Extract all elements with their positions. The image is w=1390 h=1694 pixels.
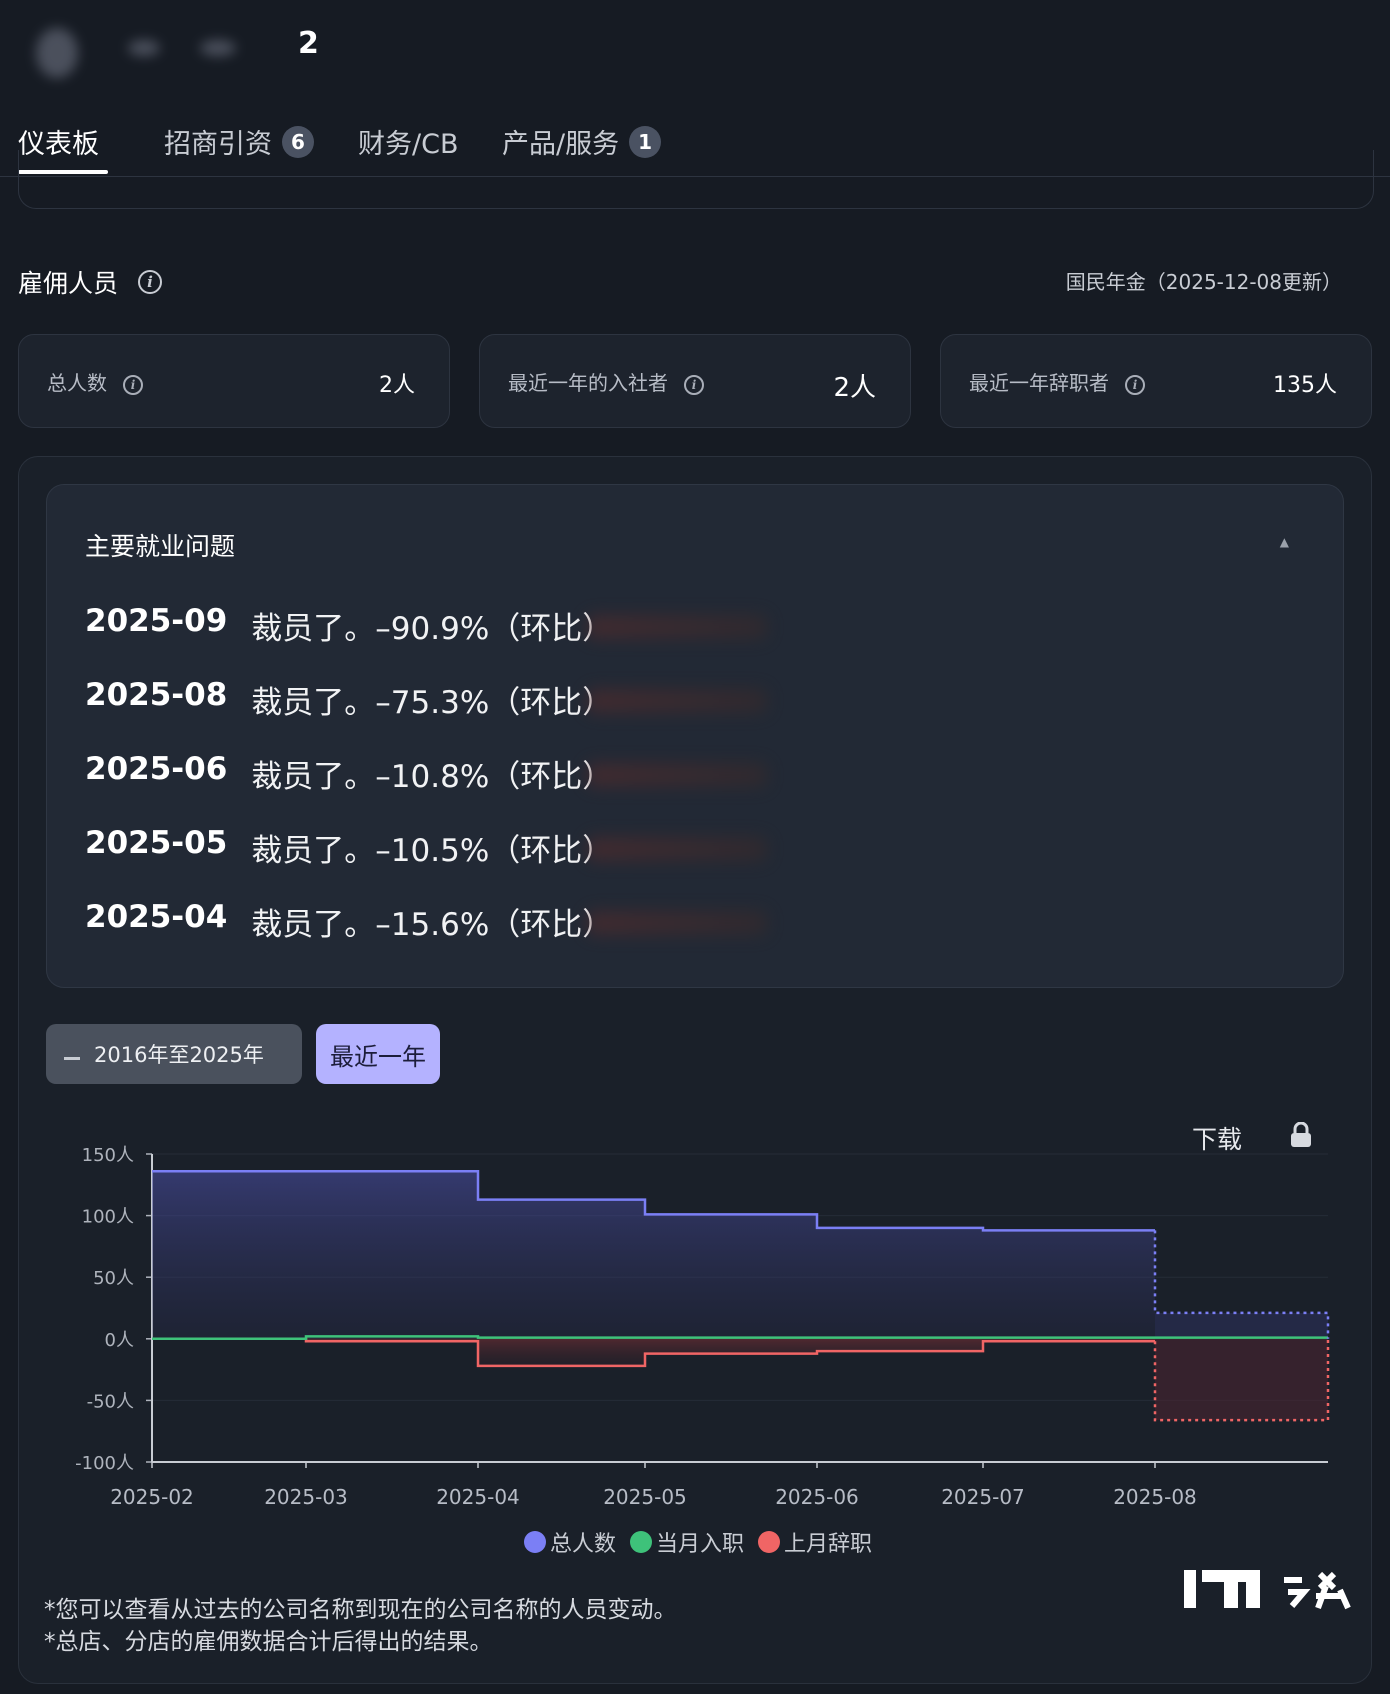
legend-item-joined[interactable]: 当月入职 <box>630 1526 744 1558</box>
y-tick-label: 100人 <box>82 1207 134 1228</box>
y-tick-label: -100人 <box>75 1453 134 1474</box>
watermark-logo <box>1184 1570 1351 1610</box>
x-tick-label: 2025-02 <box>110 1485 194 1509</box>
employment-chart: 150人 100人 50人 0人 -50人 -100人 2025-02 2025-03 2025… <box>75 1145 1330 1509</box>
legend-dot <box>524 1531 546 1553</box>
y-tick-label: 50人 <box>93 1268 134 1289</box>
x-tick-label: 2025-04 <box>436 1485 520 1509</box>
legend-label: 当月入职 <box>656 1532 745 1557</box>
legend-dot <box>758 1531 781 1553</box>
legend-label: 上月辞职 <box>784 1532 873 1557</box>
x-tick-label: 2025-07 <box>941 1485 1025 1509</box>
chart-legend: 总人数 当月入职 上月辞职 <box>524 1526 872 1558</box>
legend-dot <box>630 1531 653 1553</box>
area-resigned-projected <box>1155 1338 1328 1421</box>
footnote: *总店、分店的雇佣数据合计后得出的结果。 <box>44 1629 493 1655</box>
x-tick-label: 2025-05 <box>603 1485 687 1509</box>
area-total-projected <box>1155 1312 1328 1339</box>
y-tick-label: 150人 <box>82 1145 134 1166</box>
x-tick-label: 2025-03 <box>264 1485 348 1509</box>
x-tick-label: 2025-06 <box>775 1485 859 1509</box>
y-tick-label: -50人 <box>87 1391 134 1412</box>
y-tick-label: 0人 <box>105 1330 134 1351</box>
area-total <box>152 1171 1155 1339</box>
legend-item-total[interactable]: 总人数 <box>524 1526 616 1558</box>
legend-label: 总人数 <box>550 1532 617 1557</box>
x-tick-label: 2025-08 <box>1113 1485 1197 1509</box>
footnotes: *您可以查看从过去的公司名称到现在的公司名称的人员变动。 *总店、分店的雇佣数据… <box>44 1594 677 1658</box>
footnote: *您可以查看从过去的公司名称到现在的公司名称的人员变动。 <box>44 1597 677 1623</box>
legend-item-resigned[interactable]: 上月辞职 <box>758 1526 872 1558</box>
